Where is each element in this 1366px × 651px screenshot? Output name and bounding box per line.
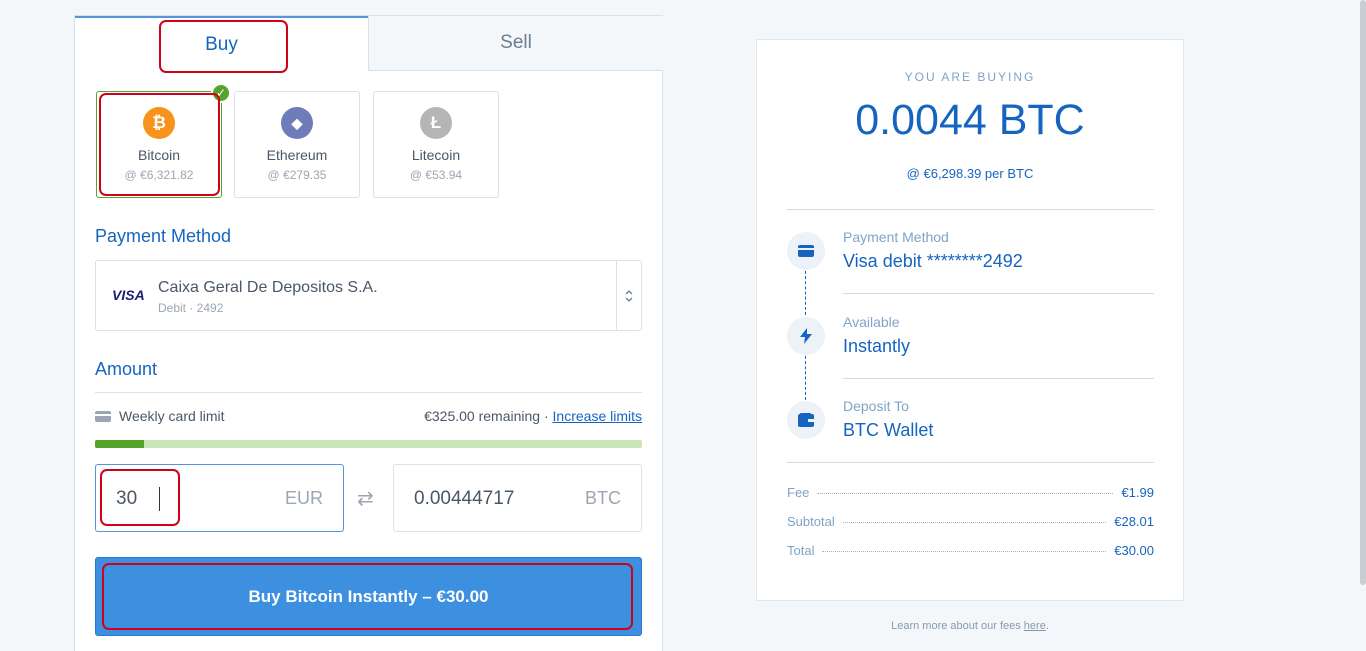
divider [787, 462, 1154, 463]
summary-per-price: @ €6,298.39 per BTC [906, 166, 1034, 181]
fees-here-link[interactable]: here [1024, 620, 1046, 632]
step-label: Available [843, 314, 900, 330]
lightning-icon [787, 317, 825, 355]
divider [843, 293, 1154, 294]
step-value: Visa debit ********2492 [843, 251, 1023, 271]
tab-sell[interactable]: Sell [368, 16, 663, 71]
step-connector [805, 271, 806, 315]
coin-card-ethereum[interactable]: ◆ Ethereum @ €279.35 [234, 91, 360, 198]
visa-logo-icon: VISA [112, 287, 145, 303]
increase-limits-link[interactable]: Increase limits [553, 408, 642, 424]
limit-progress-bar [95, 440, 642, 448]
divider [95, 392, 642, 393]
subtotal-label: Subtotal [787, 514, 835, 529]
coin-name: Bitcoin [137, 147, 181, 163]
step-label: Payment Method [843, 229, 949, 245]
step-value: Instantly [843, 336, 911, 356]
coin-price: @ €279.35 [267, 168, 327, 182]
total-row: Total €30.00 [787, 543, 1154, 561]
card-limit-row: Weekly card limit €325.00 remaining · In… [95, 408, 642, 428]
limit-progress-fill [95, 440, 145, 448]
order-summary-panel: YOU ARE BUYING 0.0044 BTC @ €6,298.39 pe… [756, 39, 1184, 601]
litecoin-icon: Ł [420, 107, 452, 139]
subtotal-value: €28.01 [1114, 514, 1154, 529]
chevron-up-down-icon [616, 261, 641, 330]
summary-heading: YOU ARE BUYING [904, 70, 1036, 84]
divider [843, 378, 1154, 379]
crypto-amount-value: 0.00444717 [414, 488, 515, 509]
total-value: €30.00 [1114, 543, 1154, 558]
trade-panel: Buy Sell ₿ Bitcoin @ €6,321.82 ✓ ◆ Ether… [74, 15, 663, 651]
tab-buy[interactable]: Buy [75, 16, 368, 71]
step-connector [805, 356, 806, 400]
subtotal-row: Subtotal €28.01 [787, 514, 1154, 532]
crypto-amount-input[interactable]: 0.00444717 BTC [393, 464, 642, 532]
payment-method-title: Payment Method [95, 226, 232, 246]
page-scrollbar[interactable] [1360, 0, 1366, 585]
fee-row: Fee €1.99 [787, 485, 1154, 503]
payment-method-select[interactable]: VISA Caixa Geral De Depositos S.A. Debit… [95, 260, 642, 331]
limit-label: Weekly card limit [119, 408, 225, 424]
wallet-icon [787, 401, 825, 439]
text-cursor [159, 487, 160, 511]
fee-value: €1.99 [1121, 485, 1154, 500]
summary-amount: 0.0044 BTC [855, 96, 1085, 144]
step-label: Deposit To [843, 398, 909, 414]
credit-card-icon [787, 232, 825, 270]
coin-name: Ethereum [266, 147, 328, 163]
coin-card-litecoin[interactable]: Ł Litecoin @ €53.94 [373, 91, 499, 198]
step-value: BTC Wallet [843, 420, 934, 440]
swap-arrows-icon[interactable]: ⇄ [357, 486, 374, 511]
divider [787, 209, 1154, 210]
amount-title: Amount [95, 359, 158, 379]
limit-remaining: €325.00 remaining [424, 408, 541, 424]
limit-separator: · [543, 408, 549, 424]
total-label: Total [787, 543, 815, 558]
fee-label: Fee [787, 485, 810, 500]
credit-card-icon [95, 411, 111, 422]
bank-name: Caixa Geral De Depositos S.A. [158, 279, 378, 296]
crypto-currency-label: BTC [585, 488, 621, 508]
fees-info-text: Learn more about our fees here. [891, 620, 1049, 632]
card-subtitle: Debit · 2492 [158, 301, 224, 315]
coin-card-bitcoin[interactable]: ₿ Bitcoin @ €6,321.82 [96, 91, 222, 198]
coin-price: @ €53.94 [409, 168, 463, 182]
trade-tabs: Buy Sell [75, 16, 663, 71]
coin-name: Litecoin [411, 147, 461, 163]
selected-check-icon: ✓ [211, 83, 231, 103]
coin-price: @ €6,321.82 [124, 168, 194, 182]
fiat-currency-label: EUR [284, 488, 323, 508]
bitcoin-icon: ₿ [143, 107, 175, 139]
fiat-amount-value: 30 [116, 488, 138, 509]
ethereum-icon: ◆ [281, 107, 313, 139]
buy-bitcoin-button[interactable]: Buy Bitcoin Instantly – €30.00 [95, 557, 642, 636]
fiat-amount-input[interactable]: 30 EUR [95, 464, 344, 532]
